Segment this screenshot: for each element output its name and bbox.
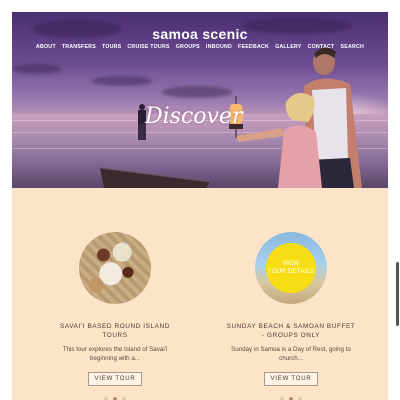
nav-item-cruise-tours[interactable]: CRUISE TOURS [127, 44, 169, 50]
site-logo[interactable]: samoa scenic [12, 26, 388, 42]
nav-item-tours[interactable]: TOURS [102, 44, 121, 50]
nav-item-transfers[interactable]: TRANSFERS [62, 44, 96, 50]
canoe-image [100, 167, 210, 188]
tour-title[interactable]: SAVAI'I BASED ROUND ISLAND TOURS [50, 322, 180, 340]
page-scrollbar[interactable] [396, 262, 399, 326]
hero-cloud [12, 64, 62, 74]
badge-line-1: VIEW [282, 260, 300, 267]
hero-cloud [92, 76, 152, 86]
tour-description: This tour explores the Island of Savai'i… [62, 346, 168, 362]
nav-item-search[interactable]: SEARCH [340, 44, 364, 50]
nav-item-inbound[interactable]: INBOUND [206, 44, 232, 50]
page: samoa scenic ABOUT TRANSFERS TOURS CRUIS… [12, 12, 388, 400]
nav-item-contact[interactable]: CONTACT [308, 44, 335, 50]
main-nav: ABOUT TRANSFERS TOURS CRUISE TOURS GROUP… [12, 44, 388, 50]
hero-banner: samoa scenic ABOUT TRANSFERS TOURS CRUIS… [12, 12, 388, 188]
tour-card: VIEW TOUR DETAILS SUNDAY BEACH & SAMOAN … [226, 232, 356, 400]
nav-item-groups[interactable]: GROUPS [176, 44, 200, 50]
tour-description: Sunday in Samoa is a Day of Rest, going … [231, 346, 351, 362]
badge-line-2: TOUR DETAILS [267, 268, 315, 275]
tour-title[interactable]: SUNDAY BEACH & SAMOAN BUFFET - GROUPS ON… [226, 322, 356, 340]
tour-image-sunday-beach[interactable]: VIEW TOUR DETAILS [255, 232, 327, 304]
tour-card: SAVAI'I BASED ROUND ISLAND TOURS This to… [50, 232, 180, 400]
view-tour-button[interactable]: VIEW TOUR [87, 372, 143, 386]
tour-image-savaii[interactable] [79, 232, 151, 304]
nav-item-feedback[interactable]: FEEDBACK [238, 44, 269, 50]
hero-headline: Discover [145, 104, 243, 129]
nav-item-gallery[interactable]: GALLERY [275, 44, 302, 50]
view-tour-button[interactable]: VIEW TOUR [263, 372, 319, 386]
nav-item-about[interactable]: ABOUT [36, 44, 56, 50]
view-tour-details-badge[interactable]: VIEW TOUR DETAILS [266, 243, 316, 293]
